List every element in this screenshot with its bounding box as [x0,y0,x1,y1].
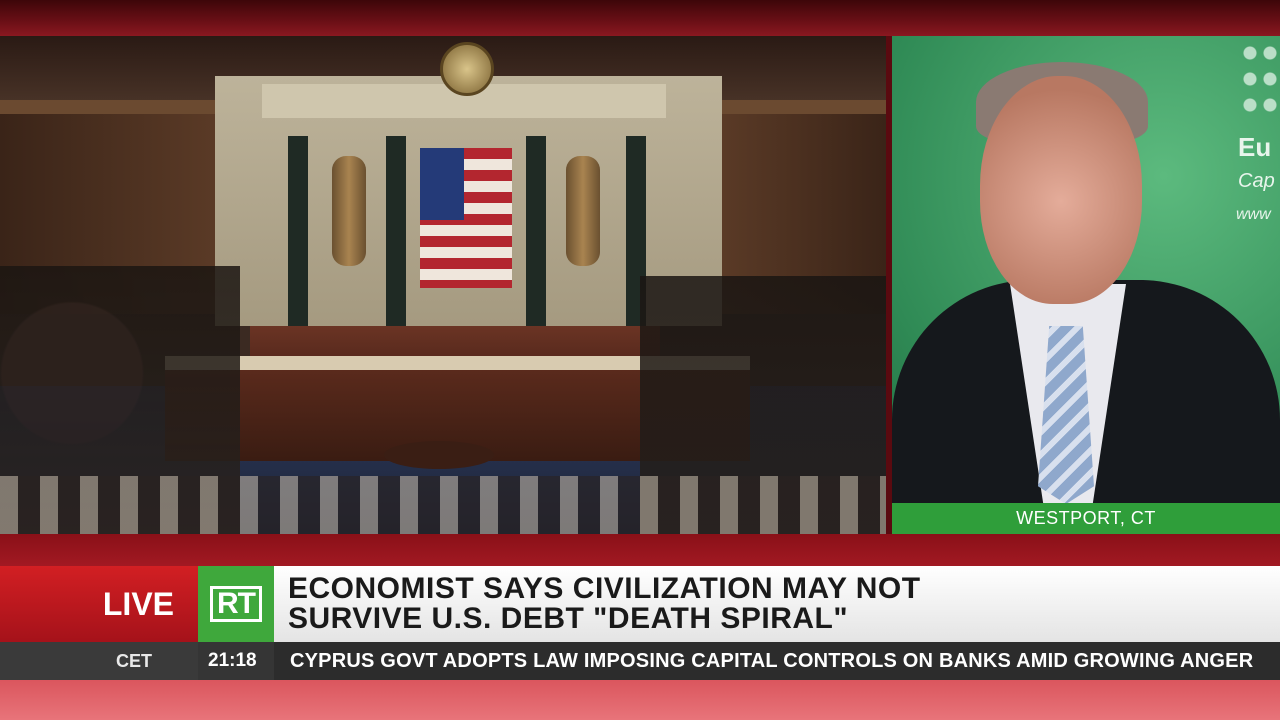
headline-line-2: SURVIVE U.S. DEBT "DEATH SPIRAL" [288,602,849,635]
ticker-time: 21:18 [208,650,257,671]
ticker-timezone: CET [116,651,152,671]
channel-logo: RT [198,566,274,642]
ticker-text: CYPRUS GOVT ADOPTS LAW IMPOSING CAPITAL … [290,650,1254,672]
chamber-clock [440,42,494,96]
channel-logo-text: RT [210,586,262,622]
headline-line-1: ECONOMIST SAYS CIVILIZATION MAY NOT [288,572,921,605]
top-band [0,0,1280,36]
marble-column [386,136,406,326]
us-flag-canton [420,148,464,220]
marble-column [526,136,546,326]
backdrop-logo-url: www [1236,206,1271,223]
main-video-feed [0,36,886,534]
audience-front [0,476,886,534]
guest-video-feed: Eu Cap www [892,36,1280,503]
ticker-timezone-cell: CET [0,642,198,680]
backdrop-logo-text: Eu [1238,132,1272,162]
headline-box: ECONOMIST SAYS CIVILIZATION MAY NOT SURV… [274,566,1280,642]
backdrop-logo-dots [1240,40,1280,120]
fasces-ornament [566,156,600,266]
floor-table [384,441,494,469]
news-ticker: CET 21:18 CYPRUS GOVT ADOPTS LAW IMPOSIN… [0,642,1280,680]
location-caption: WESTPORT, CT [892,503,1280,534]
live-badge: LIVE [0,566,198,642]
marble-column [288,136,308,326]
backdrop-logo-subtext: Cap [1238,170,1275,192]
ticker-time-cell: 21:18 [198,642,274,680]
guest-face [980,76,1142,304]
fasces-ornament [332,156,366,266]
